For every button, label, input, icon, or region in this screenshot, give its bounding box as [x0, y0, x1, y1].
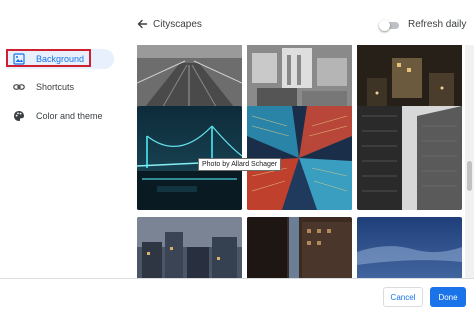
sidebar-item-background[interactable]: Background	[6, 49, 114, 69]
refresh-daily-label: Refresh daily	[408, 19, 467, 30]
back-button[interactable]	[135, 17, 149, 31]
scrollbar-thumb[interactable]	[467, 161, 472, 191]
footer-divider	[0, 278, 474, 279]
header: Cityscapes Refresh daily	[124, 0, 474, 45]
scrollbar[interactable]	[465, 45, 474, 278]
sidebar: Background Shortcuts Color and theme	[0, 0, 124, 278]
toggle-knob	[379, 20, 390, 31]
sidebar-item-label: Shortcuts	[36, 82, 75, 92]
arrow-left-icon	[137, 19, 148, 29]
image-tile-tower-bw[interactable]	[357, 106, 462, 210]
done-button[interactable]: Done	[430, 287, 466, 307]
cancel-button[interactable]: Cancel	[383, 287, 423, 307]
image-tile-tall-building[interactable]	[247, 217, 352, 278]
image-grid	[137, 45, 465, 278]
image-icon	[12, 52, 26, 66]
sidebar-item-shortcuts[interactable]: Shortcuts	[6, 77, 114, 97]
page-title: Cityscapes	[153, 19, 202, 30]
sidebar-item-label: Background	[36, 54, 85, 64]
refresh-daily-toggle[interactable]	[379, 20, 399, 31]
image-tile-dusk-sky[interactable]	[357, 217, 462, 278]
palette-icon	[12, 109, 26, 123]
sidebar-item-color-and-theme[interactable]: Color and theme	[6, 106, 114, 126]
photo-credit-tooltip: Photo by Allard Schager	[198, 158, 282, 171]
image-tile-city-skyline[interactable]	[137, 217, 242, 278]
sidebar-item-label: Color and theme	[36, 111, 103, 121]
link-icon	[12, 80, 26, 94]
